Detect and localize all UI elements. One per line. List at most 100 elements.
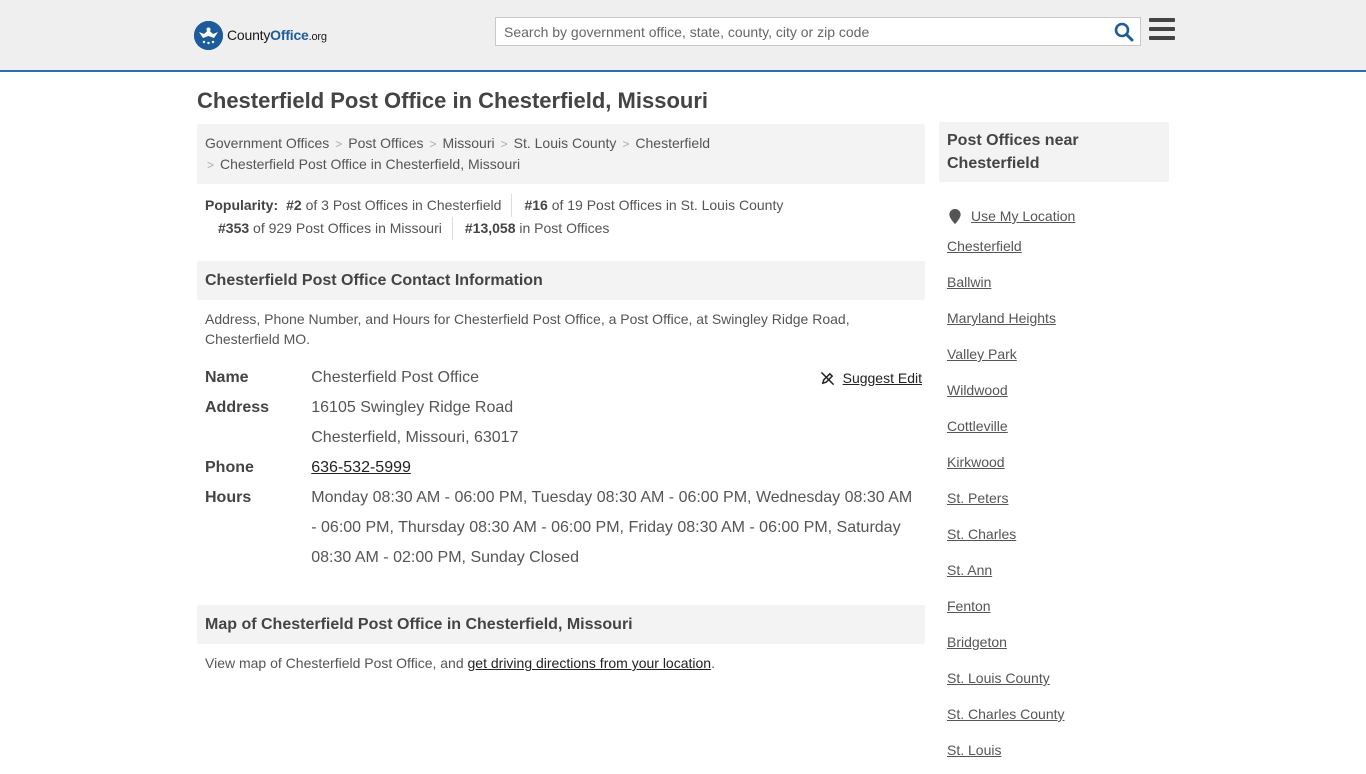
page-title: Chesterfield Post Office in Chesterfield… (197, 88, 708, 113)
nearby-link[interactable]: Chesterfield (947, 238, 1022, 254)
sidebar-heading: Post Offices near Chesterfield (939, 122, 1169, 182)
address-row: Address 16105 Swingley Ridge Road Cheste… (205, 393, 917, 453)
site-logo[interactable]: CountyOffice.org (194, 20, 327, 50)
popularity-stats: Popularity: #2 of 3 Post Offices in Chest… (197, 184, 925, 240)
phone-label: Phone (205, 459, 254, 476)
sidebar-item-kirkwood: Kirkwood (947, 450, 1161, 486)
nearby-link[interactable]: Kirkwood (947, 454, 1005, 470)
phone-value: 636-532-5999 (311, 453, 917, 483)
sidebar-item-ballwin: Ballwin (947, 270, 1161, 306)
popularity-rank: #2 (286, 197, 302, 213)
sidebar-item-st-charles-county: St. Charles County (947, 702, 1161, 738)
hours-label: Hours (205, 489, 252, 506)
nearby-link[interactable]: St. Louis (947, 742, 1001, 758)
nearby-link[interactable]: St. Ann (947, 562, 992, 578)
contact-info-table: Suggest Edit Name Chesterfield Post Offi… (197, 349, 925, 573)
popularity-label: Popularity: (205, 197, 279, 213)
popularity-text: of 929 Post Offices in Missouri (253, 220, 442, 236)
nearby-list: Use My Location Chesterfield Ballwin Mar… (939, 182, 1169, 774)
logo-eagle-icon (194, 20, 223, 50)
sidebar-item-cottleville: Cottleville (947, 414, 1161, 450)
driving-directions-link[interactable]: get driving directions from your locatio… (468, 655, 712, 671)
sidebar-item-st-charles: St. Charles (947, 522, 1161, 558)
breadcrumb-separator-icon: > (207, 158, 215, 172)
popularity-text: of 3 Post Offices in Chesterfield (305, 197, 502, 213)
address-line2: Chesterfield, Missouri, 63017 (311, 429, 519, 446)
use-my-location-link[interactable]: Use My Location (971, 204, 1075, 228)
breadcrumb-missouri[interactable]: Missouri (443, 135, 495, 151)
sidebar-item-wildwood: Wildwood (947, 378, 1161, 414)
use-location-item: Use My Location (947, 198, 1161, 234)
popularity-rank: #16 (524, 197, 548, 213)
contact-description: Address, Phone Number, and Hours for Che… (205, 311, 850, 347)
breadcrumb-separator-icon: > (429, 137, 437, 151)
logo-wordmark: CountyOffice.org (227, 27, 327, 43)
nearby-link[interactable]: St. Louis County (947, 670, 1050, 686)
name-row: Name Chesterfield Post Office (205, 363, 917, 393)
breadcrumb-separator-icon: > (622, 137, 630, 151)
sidebar-item-valley-park: Valley Park (947, 342, 1161, 378)
address-label: Address (205, 399, 270, 416)
sidebar-item-fenton: Fenton (947, 594, 1161, 630)
logo-org: .org (308, 31, 327, 43)
map-section-heading: Map of Chesterfield Post Office in Chest… (197, 605, 925, 644)
sidebar-item-st-louis: St. Louis (947, 738, 1161, 774)
contact-section-heading: Chesterfield Post Office Contact Informa… (197, 261, 925, 300)
hours-value: Monday 08:30 AM - 06:00 PM, Tuesday 08:3… (311, 489, 913, 566)
nearby-link[interactable]: St. Peters (947, 490, 1008, 506)
suggest-edit[interactable]: Suggest Edit (820, 363, 922, 393)
phone-row: Phone 636-532-5999 (205, 453, 917, 483)
nearby-link[interactable]: St. Charles (947, 526, 1016, 542)
pencil-slash-icon (820, 371, 834, 385)
breadcrumb-separator-icon: > (335, 137, 343, 151)
logo-office: Office (270, 27, 309, 43)
hours-row: Hours Monday 08:30 AM - 06:00 PM, Tuesda… (205, 483, 917, 573)
popularity-item: #13,058 in Post Offices (465, 217, 620, 240)
sidebar-item-bridgeton: Bridgeton (947, 630, 1161, 666)
nearby-link[interactable]: Maryland Heights (947, 310, 1056, 326)
sidebar-item-st-louis-county: St. Louis County (947, 666, 1161, 702)
sidebar-item-st-ann: St. Ann (947, 558, 1161, 594)
breadcrumb: Government Offices > Post Offices > Missouri… (197, 124, 925, 184)
breadcrumb-government-offices[interactable]: Government Offices (205, 135, 329, 151)
breadcrumb-separator-icon: > (500, 137, 508, 151)
nearby-link[interactable]: Cottleville (947, 418, 1008, 434)
nearby-link[interactable]: Ballwin (947, 274, 991, 290)
nearby-link[interactable]: Bridgeton (947, 634, 1007, 650)
popularity-item: #16 of 19 Post Offices in St. Louis Coun… (524, 194, 793, 217)
breadcrumb-st-louis-county[interactable]: St. Louis County (514, 135, 617, 151)
sidebar-item-st-peters: St. Peters (947, 486, 1161, 522)
popularity-item: #353 of 929 Post Offices in Missouri (218, 217, 453, 240)
site-header: CountyOffice.org (0, 0, 1366, 72)
popularity-item: #2 of 3 Post Offices in Chesterfield (286, 194, 513, 217)
popularity-text: in Post Offices (519, 220, 610, 236)
search-box (495, 17, 1141, 46)
search-input[interactable] (496, 18, 1096, 45)
popularity-rank: #353 (218, 220, 250, 236)
search-button[interactable] (1114, 22, 1134, 42)
map-text-before: View map of Chesterfield Post Office, an… (205, 655, 468, 671)
map-description: View map of Chesterfield Post Office, an… (197, 644, 925, 673)
breadcrumb-post-offices[interactable]: Post Offices (348, 135, 423, 151)
nearby-link[interactable]: Valley Park (947, 346, 1017, 362)
nearby-link[interactable]: Fenton (947, 598, 991, 614)
map-text-after: . (711, 655, 715, 671)
sidebar: Post Offices near Chesterfield Use My Lo… (939, 122, 1169, 774)
phone-link[interactable]: 636-532-5999 (311, 459, 411, 476)
sidebar-item-maryland-heights: Maryland Heights (947, 306, 1161, 342)
search-icon (1114, 22, 1134, 42)
breadcrumb-chesterfield[interactable]: Chesterfield (635, 135, 710, 151)
hamburger-menu-icon[interactable] (1149, 18, 1175, 42)
address-value: 16105 Swingley Ridge Road Chesterfield, … (311, 393, 917, 453)
address-line1: 16105 Swingley Ridge Road (311, 399, 514, 416)
nearby-link[interactable]: St. Charles County (947, 706, 1065, 722)
main-content: Government Offices > Post Offices > Missouri… (197, 124, 925, 673)
sidebar-item-chesterfield: Chesterfield (947, 234, 1161, 270)
popularity-text: of 19 Post Offices in St. Louis County (551, 197, 784, 213)
map-pin-icon (949, 208, 961, 224)
logo-county: County (227, 27, 271, 43)
suggest-edit-link[interactable]: Suggest Edit (843, 363, 922, 393)
popularity-rank: #13,058 (464, 220, 516, 236)
breadcrumb-current: Chesterfield Post Office in Chesterfield… (220, 156, 521, 172)
nearby-link[interactable]: Wildwood (947, 382, 1008, 398)
